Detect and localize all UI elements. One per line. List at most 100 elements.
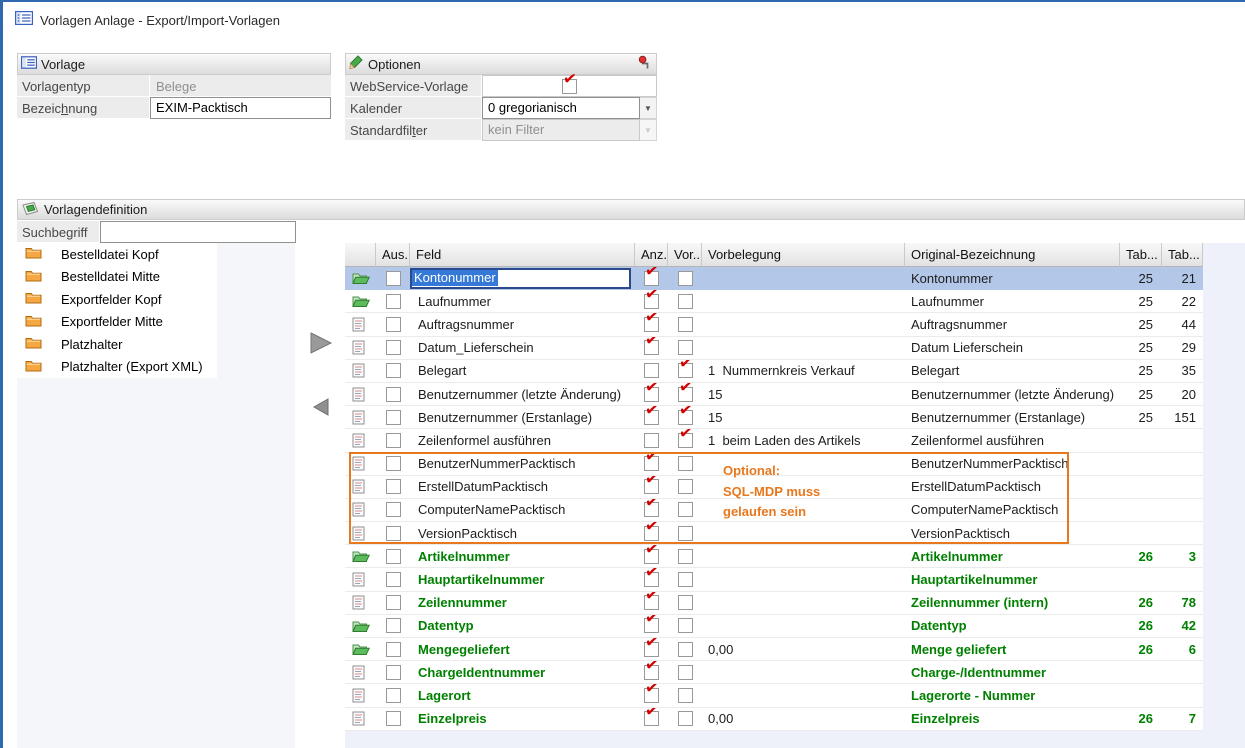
- feld-cell[interactable]: Hauptartikelnummer: [410, 568, 635, 590]
- column-header-feld[interactable]: Feld: [410, 243, 635, 267]
- column-header-vor[interactable]: Vor...: [668, 243, 702, 267]
- vor-checkbox[interactable]: [678, 479, 693, 494]
- move-right-arrow-button[interactable]: [308, 331, 334, 358]
- aus-checkbox[interactable]: [386, 526, 401, 541]
- grid-row[interactable]: Benutzernummer (letzte Änderung)✔✔15Benu…: [345, 383, 1203, 406]
- feld-cell[interactable]: ChargeIdentnummer: [410, 661, 635, 683]
- anz-checkbox[interactable]: ✔: [644, 572, 659, 587]
- grid-row[interactable]: ChargeIdentnummer✔Charge-/Identnummer: [345, 661, 1203, 684]
- aus-checkbox[interactable]: [386, 317, 401, 332]
- grid-row[interactable]: Zeilennummer✔Zeilennummer (intern)2678: [345, 592, 1203, 615]
- aus-checkbox[interactable]: [386, 549, 401, 564]
- anz-checkbox[interactable]: [644, 363, 659, 378]
- vor-checkbox[interactable]: [678, 549, 693, 564]
- standardfilter-select[interactable]: kein Filter: [482, 119, 640, 141]
- vor-checkbox[interactable]: [678, 317, 693, 332]
- grid-row[interactable]: BenutzerNummerPacktisch✔BenutzerNummerPa…: [345, 453, 1203, 476]
- aus-checkbox[interactable]: [386, 688, 401, 703]
- vor-checkbox[interactable]: [678, 688, 693, 703]
- aus-checkbox[interactable]: [386, 642, 401, 657]
- anz-checkbox[interactable]: ✔: [644, 665, 659, 680]
- vor-checkbox[interactable]: ✔: [678, 410, 693, 425]
- feld-edit-box[interactable]: Kontonummer: [410, 268, 631, 289]
- folder-item[interactable]: Platzhalter: [17, 333, 217, 356]
- anz-checkbox[interactable]: ✔: [644, 340, 659, 355]
- grid-row[interactable]: Artikelnummer✔Artikelnummer263: [345, 545, 1203, 568]
- aus-checkbox[interactable]: [386, 502, 401, 517]
- grid-row[interactable]: Datum_Lieferschein✔Datum Lieferschein252…: [345, 337, 1203, 360]
- feld-cell[interactable]: Lagerort: [410, 684, 635, 706]
- vor-checkbox[interactable]: ✔: [678, 433, 693, 448]
- grid-row[interactable]: Einzelpreis✔0,00Einzelpreis267: [345, 708, 1203, 731]
- grid-row[interactable]: Hauptartikelnummer✔Hauptartikelnummer: [345, 568, 1203, 591]
- vor-checkbox[interactable]: [678, 294, 693, 309]
- anz-checkbox[interactable]: ✔: [644, 317, 659, 332]
- feld-cell[interactable]: ErstellDatumPacktisch: [410, 476, 635, 498]
- aus-checkbox[interactable]: [386, 456, 401, 471]
- aus-checkbox[interactable]: [386, 271, 401, 286]
- bezeichnung-input[interactable]: EXIM-Packtisch: [150, 97, 331, 119]
- anz-checkbox[interactable]: ✔: [644, 595, 659, 610]
- column-header-originalbezeichnung[interactable]: Original-Bezeichnung: [905, 243, 1120, 267]
- aus-checkbox[interactable]: [386, 711, 401, 726]
- search-input[interactable]: [100, 221, 296, 243]
- vor-checkbox[interactable]: [678, 456, 693, 471]
- kalender-select[interactable]: 0 gregorianisch: [482, 97, 640, 119]
- kalender-dropdown-arrow-icon[interactable]: ▼: [640, 97, 657, 119]
- anz-checkbox[interactable]: ✔: [644, 387, 659, 402]
- anz-checkbox[interactable]: ✔: [644, 526, 659, 541]
- anz-checkbox[interactable]: ✔: [644, 642, 659, 657]
- move-left-arrow-button[interactable]: [311, 397, 331, 420]
- aus-checkbox[interactable]: [386, 618, 401, 633]
- anz-checkbox[interactable]: [644, 433, 659, 448]
- aus-checkbox[interactable]: [386, 340, 401, 355]
- feld-cell[interactable]: Laufnummer: [410, 290, 635, 312]
- feld-cell[interactable]: VersionPacktisch: [410, 522, 635, 544]
- anz-checkbox[interactable]: ✔: [644, 502, 659, 517]
- feld-cell[interactable]: Kontonummer: [410, 267, 635, 289]
- grid-row[interactable]: Belegart✔1 Nummernkreis VerkaufBelegart2…: [345, 360, 1203, 383]
- aus-checkbox[interactable]: [386, 479, 401, 494]
- grid-row[interactable]: VersionPacktisch✔VersionPacktisch: [345, 522, 1203, 545]
- column-header-vorbelegung[interactable]: Vorbelegung: [702, 243, 905, 267]
- feld-cell[interactable]: Datentyp: [410, 615, 635, 637]
- anz-checkbox[interactable]: ✔: [644, 456, 659, 471]
- vor-checkbox[interactable]: [678, 526, 693, 541]
- grid-row[interactable]: Laufnummer✔Laufnummer2522: [345, 290, 1203, 313]
- aus-checkbox[interactable]: [386, 595, 401, 610]
- column-header-icon[interactable]: [345, 243, 376, 267]
- aus-checkbox[interactable]: [386, 387, 401, 402]
- vor-checkbox[interactable]: [678, 711, 693, 726]
- vor-checkbox[interactable]: ✔: [678, 363, 693, 378]
- grid-row[interactable]: Datentyp✔Datentyp2642: [345, 615, 1203, 638]
- anz-checkbox[interactable]: ✔: [644, 549, 659, 564]
- aus-checkbox[interactable]: [386, 572, 401, 587]
- anz-checkbox[interactable]: ✔: [644, 618, 659, 633]
- grid-row[interactable]: ComputerNamePacktisch✔ComputerNamePackti…: [345, 499, 1203, 522]
- vor-checkbox[interactable]: [678, 340, 693, 355]
- feld-cell[interactable]: Zeilenformel ausführen: [410, 429, 635, 451]
- grid-row[interactable]: Mengegeliefert✔0,00Menge geliefert266: [345, 638, 1203, 661]
- vor-checkbox[interactable]: [678, 665, 693, 680]
- anz-checkbox[interactable]: ✔: [644, 711, 659, 726]
- anz-checkbox[interactable]: ✔: [644, 410, 659, 425]
- feld-cell[interactable]: ComputerNamePacktisch: [410, 499, 635, 521]
- feld-cell[interactable]: BenutzerNummerPacktisch: [410, 453, 635, 475]
- aus-checkbox[interactable]: [386, 665, 401, 680]
- webservice-checkbox[interactable]: ✔: [482, 75, 657, 97]
- grid-row[interactable]: Benutzernummer (Erstanlage)✔✔15Benutzern…: [345, 406, 1203, 429]
- grid-row[interactable]: Kontonummer✔Kontonummer2521: [345, 267, 1203, 290]
- column-header-anz[interactable]: Anz...: [635, 243, 668, 267]
- feld-cell[interactable]: Zeilennummer: [410, 592, 635, 614]
- column-header-tab-8[interactable]: Tab...: [1162, 243, 1203, 267]
- folder-item[interactable]: Bestelldatei Mitte: [17, 266, 217, 289]
- vor-checkbox[interactable]: [678, 572, 693, 587]
- vor-checkbox[interactable]: [678, 502, 693, 517]
- vor-checkbox[interactable]: [678, 618, 693, 633]
- feld-cell[interactable]: Benutzernummer (letzte Änderung): [410, 383, 635, 405]
- feld-cell[interactable]: Mengegeliefert: [410, 638, 635, 660]
- aus-checkbox[interactable]: [386, 363, 401, 378]
- feld-cell[interactable]: Einzelpreis: [410, 708, 635, 730]
- vor-checkbox[interactable]: [678, 642, 693, 657]
- aus-checkbox[interactable]: [386, 433, 401, 448]
